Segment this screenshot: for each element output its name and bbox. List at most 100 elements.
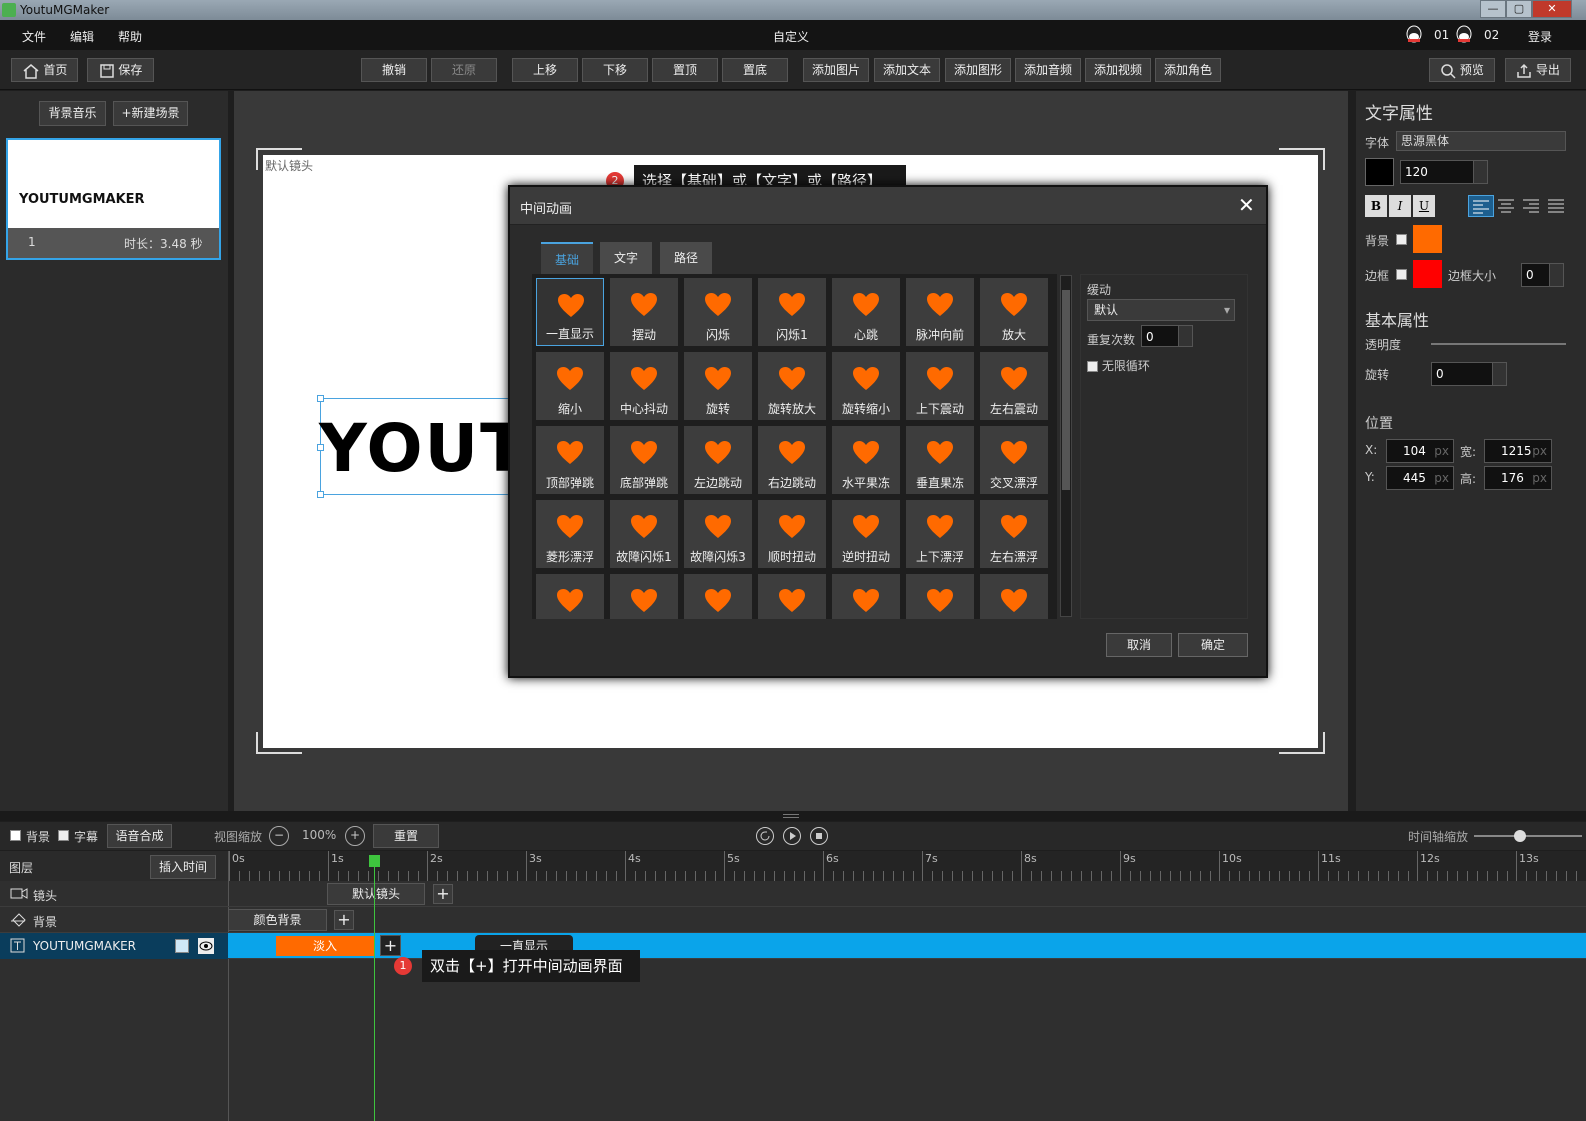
layer-row-camera[interactable]: 镜头 默认镜头 + (0, 881, 1586, 907)
close-icon[interactable]: ✕ (1238, 193, 1255, 217)
timeline-clip-background[interactable]: 颜色背景 (228, 909, 327, 931)
repeat-count-input[interactable]: 0 (1141, 325, 1193, 347)
align-justify-icon[interactable] (1544, 195, 1570, 217)
animation-item[interactable]: 左边跳动 (684, 426, 752, 494)
add-camera-clip-button[interactable]: + (433, 884, 453, 904)
align-left-icon[interactable] (1468, 195, 1494, 217)
minimize-button[interactable]: — (1480, 0, 1506, 18)
qq-icon[interactable] (1454, 24, 1478, 46)
animation-item[interactable]: 交叉漂浮 (980, 426, 1048, 494)
redo-button[interactable]: 还原 (431, 58, 497, 82)
animation-item[interactable]: 放大 (980, 278, 1048, 346)
y-input[interactable]: 445 px (1386, 466, 1454, 490)
x-input[interactable]: 104 px (1386, 439, 1454, 463)
add-video-button[interactable]: 添加视频 (1085, 58, 1151, 82)
move-up-button[interactable]: 上移 (512, 58, 578, 82)
tab-path[interactable]: 路径 (660, 242, 712, 274)
border-size-input[interactable]: 0 (1521, 263, 1564, 287)
rotate-input[interactable]: 0 (1431, 362, 1507, 386)
animation-item[interactable]: 逆时扭动 (832, 500, 900, 568)
grid-scrollbar[interactable] (1060, 275, 1072, 617)
menu-file[interactable]: 文件 (22, 28, 46, 45)
background-color-swatch[interactable] (1413, 225, 1442, 253)
animation-item[interactable]: 中心抖动 (610, 352, 678, 420)
animation-item[interactable]: 水平果冻 (832, 426, 900, 494)
animation-item[interactable]: 底部弹跳 (610, 426, 678, 494)
qq-icon[interactable] (1404, 24, 1428, 46)
animation-item[interactable]: 旋转放大 (758, 352, 826, 420)
animation-item[interactable]: 心跳 (832, 278, 900, 346)
border-color-swatch[interactable] (1413, 260, 1442, 288)
animation-item[interactable]: 上下漂浮 (906, 500, 974, 568)
add-role-button[interactable]: 添加角色 (1155, 58, 1221, 82)
text-color-swatch[interactable] (1365, 158, 1394, 186)
animation-item[interactable]: 顺时扭动 (758, 500, 826, 568)
preview-button[interactable]: 预览 (1429, 58, 1495, 82)
animation-item[interactable]: 一直显示 (536, 278, 604, 346)
animation-item[interactable]: 闪烁1 (758, 278, 826, 346)
width-input[interactable]: 1215 px (1484, 439, 1552, 463)
timeline-clip-fade-in[interactable]: 淡入 (276, 936, 374, 956)
animation-item[interactable] (980, 574, 1048, 619)
background-toggle-checkbox[interactable] (10, 830, 21, 841)
animation-item[interactable] (832, 574, 900, 619)
tts-button[interactable]: 语音合成 (107, 824, 172, 848)
animation-item[interactable]: 旋转缩小 (832, 352, 900, 420)
scrollbar-thumb[interactable] (1062, 290, 1070, 490)
bold-button[interactable]: B (1365, 195, 1387, 217)
zoom-in-icon[interactable]: + (345, 826, 365, 846)
animation-item[interactable]: 左右震动 (980, 352, 1048, 420)
align-center-icon[interactable] (1494, 195, 1520, 217)
cancel-button[interactable]: 取消 (1106, 633, 1172, 657)
playhead-line[interactable] (374, 857, 375, 1121)
animation-item[interactable]: 脉冲向前 (906, 278, 974, 346)
animation-item[interactable]: 故障闪烁3 (684, 500, 752, 568)
layer-row-text[interactable]: YOUTUMGMAKER 淡入 + 一直显示 (0, 933, 1586, 959)
easing-select[interactable]: 默认 ▾ (1087, 299, 1235, 321)
add-middle-animation-button[interactable]: + (380, 935, 401, 956)
align-right-icon[interactable] (1519, 195, 1545, 217)
animation-item[interactable]: 菱形漂浮 (536, 500, 604, 568)
add-shape-button[interactable]: 添加图形 (945, 58, 1011, 82)
loop-icon[interactable] (756, 827, 774, 845)
play-icon[interactable] (783, 827, 801, 845)
underline-button[interactable]: U (1413, 195, 1435, 217)
menu-edit[interactable]: 编辑 (70, 28, 94, 45)
animation-item[interactable]: 上下震动 (906, 352, 974, 420)
add-image-button[interactable]: 添加图片 (803, 58, 869, 82)
animation-item[interactable] (610, 574, 678, 619)
maximize-button[interactable]: ▢ (1506, 0, 1532, 18)
send-to-bottom-button[interactable]: 置底 (722, 58, 788, 82)
insert-time-button[interactable]: 插入时间 (150, 855, 216, 879)
animation-item[interactable]: 故障闪烁1 (610, 500, 678, 568)
resize-handle[interactable] (317, 491, 324, 498)
background-checkbox[interactable] (1396, 234, 1407, 245)
add-audio-button[interactable]: 添加音频 (1015, 58, 1081, 82)
infinite-loop-checkbox[interactable]: 无限循环 (1087, 357, 1150, 374)
opacity-slider[interactable] (1431, 343, 1566, 345)
close-window-button[interactable]: ✕ (1532, 0, 1572, 18)
layer-row-background[interactable]: 背景 颜色背景 + (0, 907, 1586, 933)
animation-item[interactable]: 旋转 (684, 352, 752, 420)
save-button[interactable]: 保存 (87, 58, 154, 82)
animation-item[interactable]: 右边跳动 (758, 426, 826, 494)
ok-button[interactable]: 确定 (1178, 633, 1248, 657)
height-input[interactable]: 176 px (1484, 466, 1552, 490)
timeline-clip-camera[interactable]: 默认镜头 (327, 883, 425, 905)
animation-item[interactable]: 摆动 (610, 278, 678, 346)
playhead-handle[interactable] (369, 855, 380, 867)
timeline-zoom-slider[interactable] (1474, 830, 1582, 842)
qq-account-1[interactable]: 01 (1434, 28, 1449, 42)
splitter-grip[interactable] (783, 814, 799, 818)
reset-zoom-button[interactable]: 重置 (373, 824, 439, 848)
font-select[interactable]: 思源黑体 (1396, 131, 1566, 151)
border-checkbox[interactable] (1396, 269, 1407, 280)
stage-text[interactable]: YOUT (319, 413, 527, 485)
animation-item[interactable]: 顶部弹跳 (536, 426, 604, 494)
resize-handle[interactable] (317, 395, 324, 402)
home-button[interactable]: 首页 (11, 58, 78, 82)
bring-to-top-button[interactable]: 置顶 (652, 58, 718, 82)
add-text-button[interactable]: 添加文本 (874, 58, 940, 82)
checkbox-box[interactable] (1087, 361, 1098, 372)
add-background-clip-button[interactable]: + (334, 910, 354, 930)
